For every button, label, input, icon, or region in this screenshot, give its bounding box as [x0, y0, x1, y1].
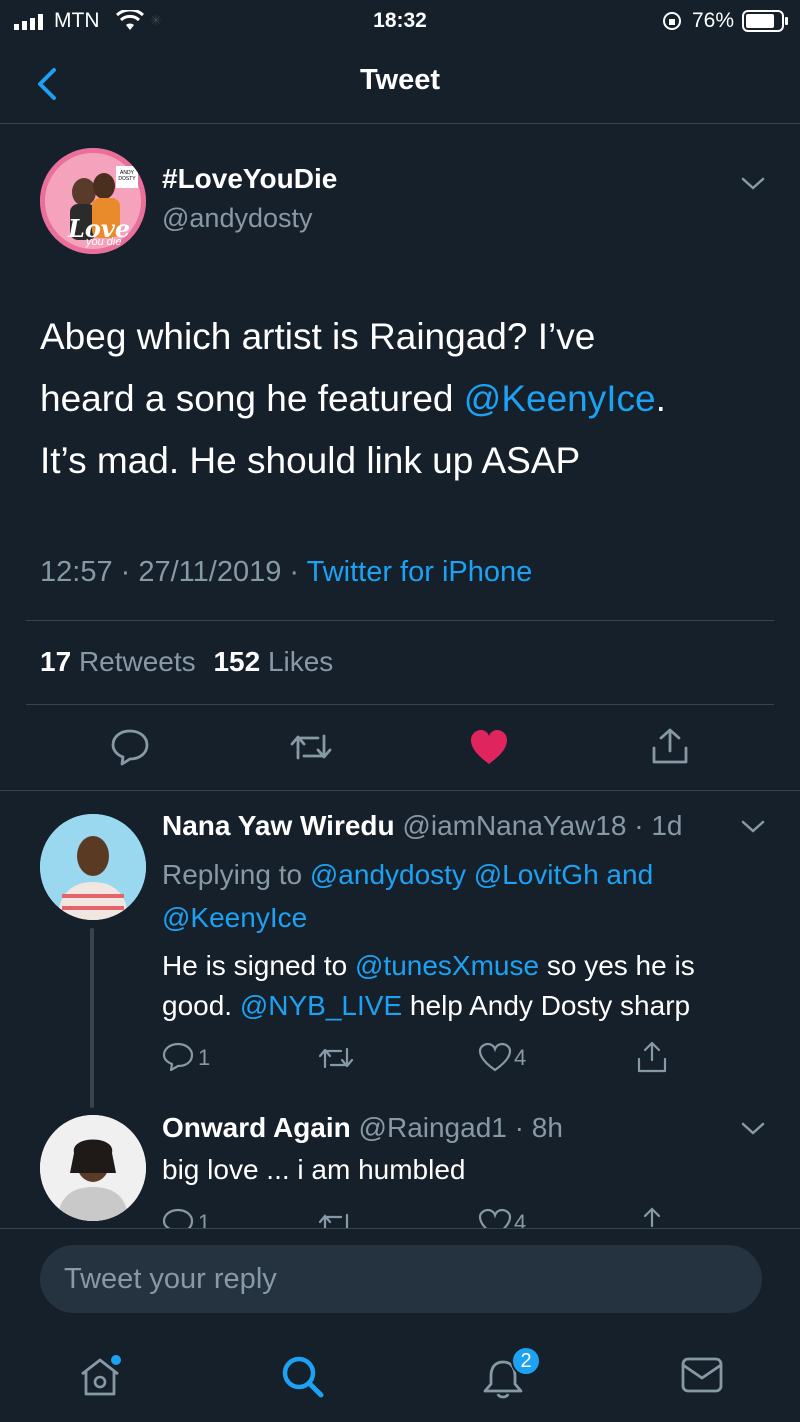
messages-envelope-icon[interactable]	[680, 1356, 724, 1394]
reply-display-name[interactable]: Nana Yaw Wiredu	[162, 810, 395, 841]
retweet-icon[interactable]	[316, 1210, 356, 1228]
divider	[0, 1228, 800, 1229]
reply-header: Nana Yaw Wiredu @iamNanaYaw18 · 1d	[162, 810, 682, 842]
avatar-logo-subtext: you die	[86, 236, 122, 248]
home-icon[interactable]	[76, 1354, 124, 1398]
tweet-text-segment: .	[655, 378, 666, 419]
reply-handle[interactable]: @iamNanaYaw18	[402, 810, 626, 841]
tweet-display-name[interactable]: #LoveYouDie	[162, 163, 337, 195]
likes-label[interactable]: Likes	[268, 646, 333, 677]
replying-to-label: Replying to	[162, 859, 310, 890]
replying-to-line: Replying to @andydosty @LovitGh and	[162, 853, 762, 896]
top-navigation-bar: Tweet	[0, 44, 800, 124]
likes-count[interactable]: 152	[213, 646, 260, 677]
tweet-text-line: Abeg which artist is Raingad? I’ve	[40, 316, 596, 357]
retweets-label[interactable]: Retweets	[79, 646, 196, 677]
retweets-count[interactable]: 17	[40, 646, 71, 677]
avatar-logo-tag: ANDY DOSTY	[118, 170, 136, 182]
like-heart-icon[interactable]	[478, 1208, 512, 1228]
avatar-image	[40, 814, 146, 920]
reply-display-name[interactable]: Onward Again	[162, 1112, 351, 1143]
tweet-handle[interactable]: @andydosty	[162, 203, 313, 234]
reply-header: Onward Again @Raingad1 · 8h	[162, 1112, 563, 1144]
like-heart-filled-icon[interactable]	[469, 728, 509, 766]
reply-actions-clipped: 1 4	[0, 1200, 800, 1228]
battery-icon	[742, 10, 788, 32]
mention-link[interactable]: @KeenyIce	[464, 378, 656, 419]
tweet-author-avatar[interactable]: Love you die ANDY DOSTY	[40, 148, 146, 254]
mention-link[interactable]: @NYB_LIVE	[240, 990, 402, 1021]
reply-icon[interactable]	[110, 728, 150, 766]
like-count: 4	[514, 1045, 527, 1070]
tweet-stats: 17 Retweets 152 Likes	[40, 646, 333, 678]
share-icon[interactable]	[636, 1206, 668, 1228]
reply-text-segment: He is signed to	[162, 950, 355, 981]
reply-icon[interactable]	[162, 1042, 196, 1072]
reply-count: 1	[198, 1045, 211, 1070]
reply-handle[interactable]: @Raingad1	[359, 1112, 507, 1143]
divider	[0, 790, 800, 791]
notification-count-badge: 2	[511, 1346, 541, 1376]
status-bar: MTN ✳ 18:32 76%	[0, 0, 800, 44]
share-icon[interactable]	[636, 1040, 668, 1074]
mention-link[interactable]: @tunesXmuse	[355, 950, 539, 981]
retweet-icon[interactable]	[316, 1044, 356, 1072]
replying-to-mentions[interactable]: @andydosty @LovitGh and	[310, 859, 653, 890]
tweet-text-line: It’s mad. He should link up ASAP	[40, 440, 581, 481]
reply-icon[interactable]	[162, 1208, 196, 1228]
page-title: Tweet	[359, 64, 441, 96]
reply-text-segment: good.	[162, 990, 240, 1021]
thread-connector-line	[90, 928, 94, 1108]
reply-text-segment: help Andy Dosty sharp	[402, 990, 691, 1021]
battery-percent: 76%	[692, 9, 735, 32]
reply-composer[interactable]: Tweet your reply	[40, 1245, 762, 1313]
retweet-icon[interactable]	[288, 730, 334, 764]
reply-input-placeholder[interactable]: Tweet your reply	[64, 1263, 277, 1296]
tweet-source-link[interactable]: Twitter for iPhone	[307, 556, 533, 588]
reply-options-chevron-icon[interactable]	[740, 1120, 766, 1138]
tweet-text-segment: heard a song he featured	[40, 378, 464, 419]
reply-options-chevron-icon[interactable]	[740, 818, 766, 836]
reply-text-line: He is signed to @tunesXmuse so yes he is	[162, 946, 772, 986]
divider	[26, 620, 774, 621]
reply-text-segment: so yes he is	[539, 950, 695, 981]
tweet-text-line: heard a song he featured @KeenyIce.	[40, 368, 780, 430]
reply-text-line: good. @NYB_LIVE help Andy Dosty sharp	[162, 986, 772, 1026]
like-count: 4	[514, 1210, 527, 1228]
replying-to: Replying to @andydosty @LovitGh and @Kee…	[162, 853, 762, 939]
replying-to-mentions[interactable]: @KeenyIce	[162, 896, 762, 939]
reply-age: · 1d	[626, 810, 683, 841]
reply-count: 1	[198, 1210, 211, 1228]
tweet-text: Abeg which artist is Raingad? I’ve heard…	[40, 306, 780, 492]
tweet-metadata: 12:57 · 27/11/2019 · Twitter for iPhone	[40, 556, 532, 589]
reply-text: big love ... i am humbled	[162, 1154, 466, 1185]
tweet-options-chevron-icon[interactable]	[740, 175, 766, 193]
orientation-lock-icon	[663, 12, 681, 30]
search-icon[interactable]	[280, 1354, 326, 1400]
reply-text: He is signed to @tunesXmuse so yes he is…	[162, 946, 772, 1026]
reply-author-avatar[interactable]	[40, 814, 146, 920]
tweet-timestamp: 12:57 · 27/11/2019 ·	[40, 556, 307, 588]
bottom-tab-bar: 2	[0, 1330, 800, 1422]
reply-age: · 8h	[506, 1112, 563, 1143]
divider	[26, 704, 774, 705]
share-icon[interactable]	[650, 726, 690, 766]
like-heart-icon[interactable]	[478, 1042, 512, 1072]
